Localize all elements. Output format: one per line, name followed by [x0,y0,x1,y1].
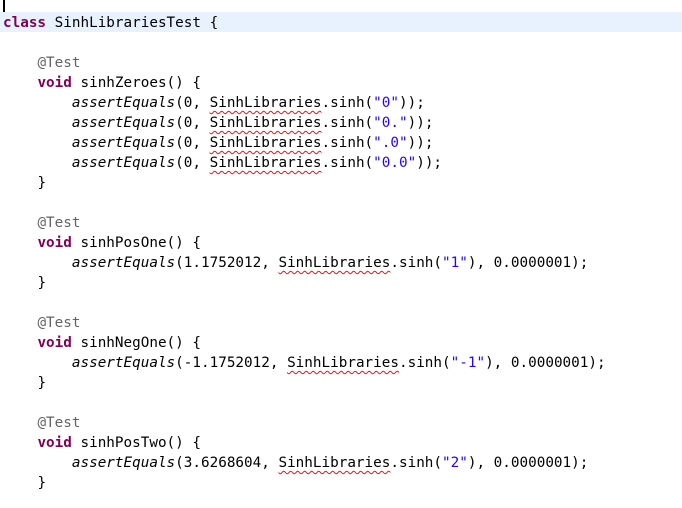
lib-name-error: SinhLibraries [209,135,322,151]
assert-line[interactable]: assertEquals(3.6268604, SinhLibraries.si… [3,453,589,473]
lib-name-error: SinhLibraries [209,115,322,131]
method-signature[interactable]: void sinhNegOne() { [3,333,201,353]
method-signature[interactable]: void sinhZeroes() { [3,73,201,93]
assert-line[interactable]: assertEquals(0, SinhLibraries.sinh("0"))… [3,93,425,113]
test-annotation[interactable]: @Test [3,313,80,333]
test-annotation[interactable]: @Test [3,213,80,233]
test-annotation[interactable]: @Test [3,413,80,433]
method-close-brace[interactable]: } [3,273,46,293]
method-close-brace[interactable]: } [3,373,46,393]
method-signature[interactable]: void sinhPosOne() { [3,233,201,253]
code-editor[interactable]: class SinhLibrariesTest { @Test void sin… [0,0,682,508]
method-close-brace[interactable]: } [3,473,46,493]
lib-name-error: SinhLibraries [287,355,399,371]
test-annotation[interactable]: @Test [3,53,80,73]
class-open-brace: { [209,15,219,31]
lib-name-error: SinhLibraries [209,95,322,111]
assert-line[interactable]: assertEquals(0, SinhLibraries.sinh("0.0"… [3,153,442,173]
lib-name-error: SinhLibraries [209,155,322,171]
assert-line[interactable]: assertEquals(1.1752012, SinhLibraries.si… [3,253,589,273]
class-keyword: class [3,15,47,31]
method-signature[interactable]: void sinhPosTwo() { [3,433,201,453]
lib-name-error: SinhLibraries [278,455,391,471]
class-declaration-line[interactable]: class SinhLibrariesTest { [3,13,218,33]
assert-line[interactable]: assertEquals(-1.1752012, SinhLibraries.s… [3,353,606,373]
assert-line[interactable]: assertEquals(0, SinhLibraries.sinh("0.")… [3,113,434,133]
method-close-brace[interactable]: } [3,173,46,193]
lib-name-error: SinhLibraries [278,255,391,271]
class-name: SinhLibrariesTest [54,15,201,31]
text-caret [3,0,5,12]
assert-line[interactable]: assertEquals(0, SinhLibraries.sinh(".0")… [3,133,434,153]
